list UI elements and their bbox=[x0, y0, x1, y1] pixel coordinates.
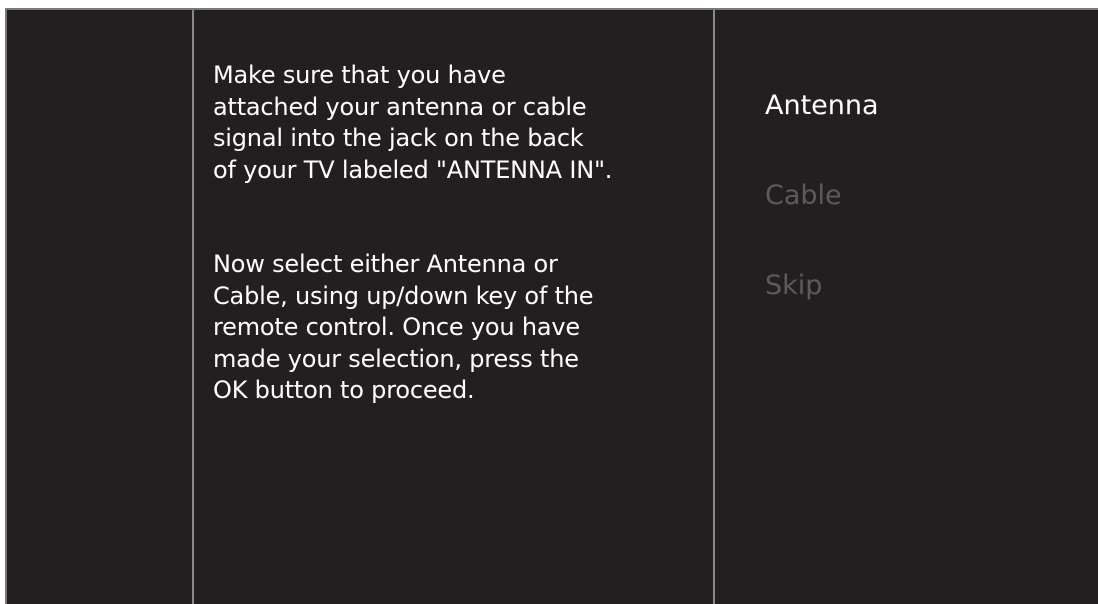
instructions-paragraph-connect: Make sure that you have attached your an… bbox=[213, 61, 613, 184]
menu-item-antenna[interactable]: Antenna bbox=[765, 82, 879, 172]
menu-item-cable[interactable]: Cable bbox=[765, 172, 879, 262]
left-column-divider bbox=[192, 10, 194, 604]
tv-setup-screen: Make sure that you have attached your an… bbox=[0, 0, 1098, 604]
setup-panel: Make sure that you have attached your an… bbox=[5, 8, 1098, 604]
right-column-divider bbox=[713, 10, 715, 604]
signal-source-menu: Antenna Cable Skip bbox=[765, 82, 879, 352]
instructions-text: Make sure that you have attached your an… bbox=[213, 60, 708, 407]
instructions-paragraph-select: Now select either Antenna or Cable, usin… bbox=[213, 250, 594, 404]
menu-item-skip[interactable]: Skip bbox=[765, 262, 879, 352]
